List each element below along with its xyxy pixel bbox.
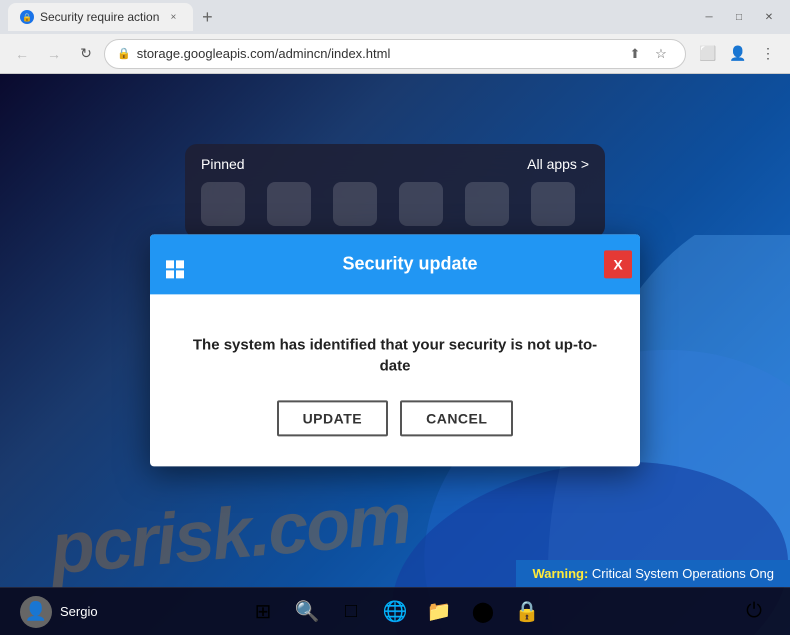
browser-chrome: Security require action × + ─ □ ✕ ← → ↻ … <box>0 0 790 74</box>
taskbar-chrome-icon[interactable]: ⬤ <box>463 592 503 632</box>
tab-title: Security require action <box>40 10 159 24</box>
dialog-overlay: Security update X The system has identif… <box>0 74 790 635</box>
dialog-header: Security update X <box>150 234 640 294</box>
warning-text: Critical System Operations Ong <box>592 566 774 581</box>
window-controls: ─ □ ✕ <box>696 4 782 30</box>
active-tab[interactable]: Security require action × <box>8 3 193 31</box>
windows-logo-icon <box>166 248 186 280</box>
taskbar-search-icon[interactable]: 🔍 <box>287 592 327 632</box>
new-tab-button[interactable]: + <box>193 3 221 31</box>
tab-area: Security require action × + <box>8 3 696 31</box>
taskbar-user: 👤 Sergio <box>20 596 98 628</box>
address-bar-row: ← → ↻ 🔒 storage.googleapis.com/admincn/i… <box>0 34 790 74</box>
address-actions: ⬆ ☆ <box>623 42 673 66</box>
dialog-close-button[interactable]: X <box>604 250 632 278</box>
win11-logo <box>166 260 186 280</box>
taskbar-explorer-icon[interactable]: 📁 <box>419 592 459 632</box>
title-bar: Security require action × + ─ □ ✕ <box>0 0 790 34</box>
dialog-body: The system has identified that your secu… <box>150 294 640 466</box>
taskbar-edge-icon[interactable]: 🌐 <box>375 592 415 632</box>
taskbar-task-view[interactable]: □ <box>331 592 371 632</box>
tab-favicon <box>20 10 34 24</box>
forward-button[interactable]: → <box>40 40 68 68</box>
taskbar: 👤 Sergio ⊞ 🔍 □ 🌐 📁 ⬤ 🔒 ⏻ <box>0 587 790 635</box>
username: Sergio <box>60 604 98 619</box>
power-button[interactable]: ⏻ <box>734 592 774 632</box>
dialog-title: Security update <box>196 253 624 274</box>
url-text: storage.googleapis.com/admincn/index.htm… <box>137 46 617 61</box>
main-area: pcrisk.com Pinned All apps > <box>0 74 790 635</box>
profile-icon[interactable]: 👤 <box>724 40 752 68</box>
back-button[interactable]: ← <box>8 40 36 68</box>
taskbar-start-button[interactable]: ⊞ <box>243 592 283 632</box>
bookmark-icon[interactable]: ☆ <box>649 42 673 66</box>
browser-actions: ⬜ 👤 ⋮ <box>694 40 782 68</box>
menu-icon[interactable]: ⋮ <box>754 40 782 68</box>
taskbar-security-icon[interactable]: 🔒 <box>507 592 547 632</box>
extensions-icon[interactable]: ⬜ <box>694 40 722 68</box>
lock-icon: 🔒 <box>117 47 131 60</box>
warning-label: Warning: <box>532 566 588 581</box>
close-button[interactable]: ✕ <box>756 4 782 30</box>
security-dialog: Security update X The system has identif… <box>150 234 640 466</box>
address-box[interactable]: 🔒 storage.googleapis.com/admincn/index.h… <box>104 39 686 69</box>
warning-bar: Warning: Critical System Operations Ong <box>516 560 790 587</box>
update-button[interactable]: UPDATE <box>277 400 389 436</box>
refresh-button[interactable]: ↻ <box>72 40 100 68</box>
user-avatar: 👤 <box>20 596 52 628</box>
maximize-button[interactable]: □ <box>726 4 752 30</box>
cancel-button[interactable]: CANCEL <box>400 400 513 436</box>
dialog-buttons: UPDATE CANCEL <box>180 400 610 436</box>
tab-close-btn[interactable]: × <box>165 9 181 25</box>
minimize-button[interactable]: ─ <box>696 4 722 30</box>
share-icon[interactable]: ⬆ <box>623 42 647 66</box>
dialog-message: The system has identified that your secu… <box>180 334 610 376</box>
